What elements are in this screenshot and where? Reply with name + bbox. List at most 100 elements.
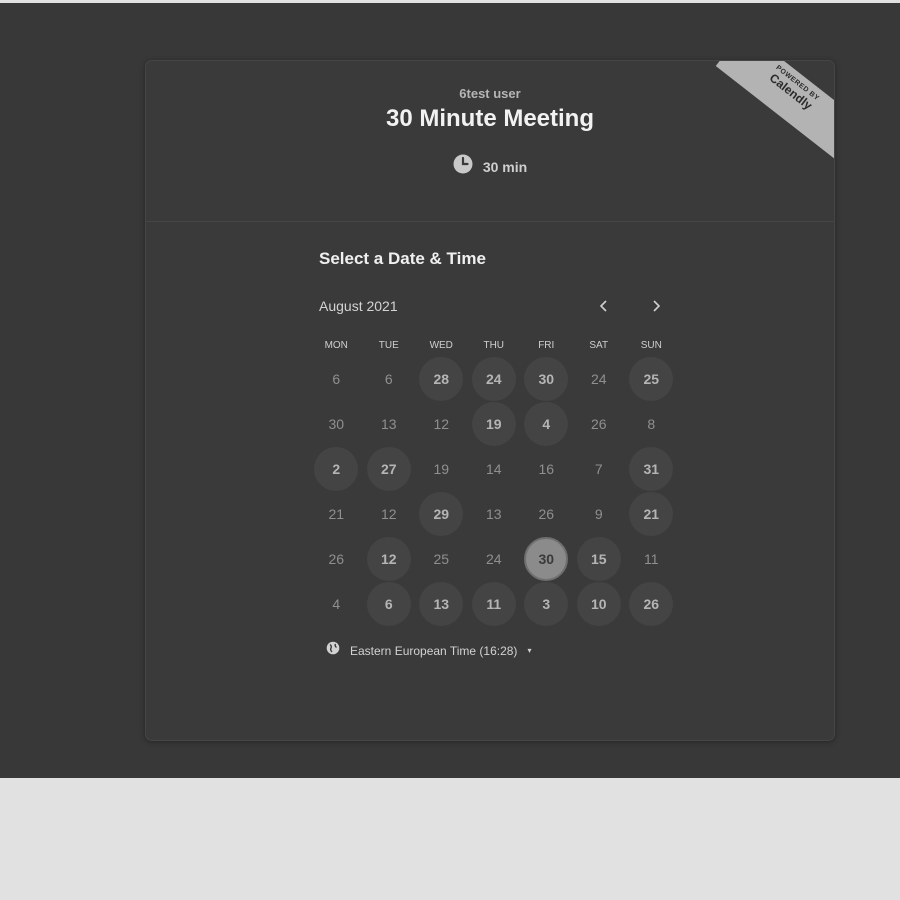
unavailable-day: 7 [594,460,603,477]
organizer-name: 6test user [459,86,521,101]
available-day-button[interactable]: 19 [471,401,516,446]
event-title: 30 Minute Meeting [385,105,595,132]
calendar-cell: 11 [468,581,521,626]
weekday-label: SUN [640,340,662,351]
section-title: Select a Date & Time [319,249,486,268]
calendar-cell: 26 [573,401,626,446]
unavailable-day: 12 [380,505,397,522]
calendar-cell: 26 [625,581,678,626]
calendar-cell: 3 [520,581,573,626]
available-day-button[interactable]: 12 [366,536,411,581]
calendar-cell: 24 [468,356,521,401]
weekday-label: FRI [538,340,555,351]
available-day-button[interactable]: 11 [471,581,516,626]
timezone-label: Eastern European Time (16:28) [350,643,518,658]
calendar-cell: 19 [468,401,521,446]
calendar-cell: 21 [310,491,363,536]
unavailable-day: 14 [485,460,502,477]
calendar-cell: 14 [468,446,521,491]
unavailable-day: 16 [538,460,555,477]
unavailable-day: 12 [433,415,450,432]
unavailable-day: 6 [384,370,393,387]
calendar-cell: 31 [625,446,678,491]
calendar-cell: 26 [310,536,363,581]
calendar-cell: 8 [625,401,678,446]
unavailable-day: 21 [328,505,345,522]
calendar-cell: 21 [625,491,678,536]
available-day-button[interactable]: 30 [524,356,569,401]
available-day-button[interactable]: 28 [419,356,464,401]
available-day-button[interactable]: 24 [471,356,516,401]
unavailable-day: 8 [647,415,656,432]
unavailable-day: 6 [332,370,341,387]
available-day-button[interactable]: 6 [366,581,411,626]
unavailable-day: 13 [485,505,502,522]
calendar-cell: 30 [520,356,573,401]
available-day-button[interactable]: 3 [524,581,569,626]
calendar-cell: 25 [415,536,468,581]
calendar-cell: 2 [310,446,363,491]
unavailable-day: 13 [380,415,397,432]
calendar-cell: 7 [573,446,626,491]
calendar-cell: 13 [415,581,468,626]
unavailable-day: 11 [643,550,659,567]
weekday-header: MON TUE WED THU FRI SAT SUN [310,340,678,351]
available-day-button[interactable]: 31 [629,446,674,491]
unavailable-day: 19 [433,460,450,477]
calendar-cell: 9 [573,491,626,536]
globe-icon [326,641,340,660]
calendar-cell: 30 [310,401,363,446]
month-label: August 2021 [319,298,398,314]
prev-month-button[interactable] [589,291,619,321]
available-day-button[interactable]: 2 [314,446,359,491]
available-day-button[interactable]: 21 [629,491,674,536]
unavailable-day: 25 [433,550,450,567]
calendar-cell: 6 [310,356,363,401]
scheduling-card: 6test user 30 Minute Meeting 30 min POWE… [145,60,835,741]
chevron-left-icon [599,300,607,312]
unavailable-day: 24 [590,370,607,387]
weekday-label: TUE [378,340,399,351]
calendar-cell: 26 [520,491,573,536]
calendar-cell: 4 [310,581,363,626]
calendar-cell: 28 [415,356,468,401]
chevron-right-icon [653,300,661,312]
timezone-selector[interactable]: Eastern European Time (16:28) ▾ [326,641,531,660]
calendar-cell: 29 [415,491,468,536]
clock-icon [453,154,473,179]
available-day-button[interactable]: 10 [576,581,621,626]
available-day-button[interactable]: 27 [366,446,411,491]
calendar-cell: 12 [415,401,468,446]
calendar-cell: 30 [520,536,573,581]
calendar-cell: 25 [625,356,678,401]
event-header: 6test user 30 Minute Meeting 30 min [146,61,834,222]
next-month-button[interactable] [641,291,671,321]
available-day-button[interactable]: 25 [629,356,674,401]
selected-day-button[interactable]: 30 [524,536,569,581]
available-day-button[interactable]: 26 [629,581,674,626]
calendar-cell: 12 [363,536,416,581]
caret-down-icon: ▾ [527,646,532,655]
weekday-label: MON [324,340,348,351]
weekday-label: THU [483,340,505,351]
available-day-button[interactable]: 29 [419,491,464,536]
calendar-cell: 6 [363,356,416,401]
event-duration: 30 min [146,154,834,179]
unavailable-day: 26 [590,415,607,432]
calendar-cell: 6 [363,581,416,626]
calendar-cell: 24 [468,536,521,581]
available-day-button[interactable]: 4 [524,401,569,446]
calendar-cell: 12 [363,491,416,536]
unavailable-day: 9 [594,505,603,522]
unavailable-day: 26 [538,505,555,522]
calendar-cell: 10 [573,581,626,626]
available-day-button[interactable]: 15 [576,536,621,581]
calendar-cell: 13 [363,401,416,446]
available-day-button[interactable]: 13 [419,581,464,626]
duration-label: 30 min [482,158,528,175]
unavailable-day: 24 [485,550,502,567]
calendar-cell: 11 [625,536,678,581]
calendar-cell: 15 [573,536,626,581]
unavailable-day: 26 [328,550,345,567]
unavailable-day: 4 [332,595,341,612]
